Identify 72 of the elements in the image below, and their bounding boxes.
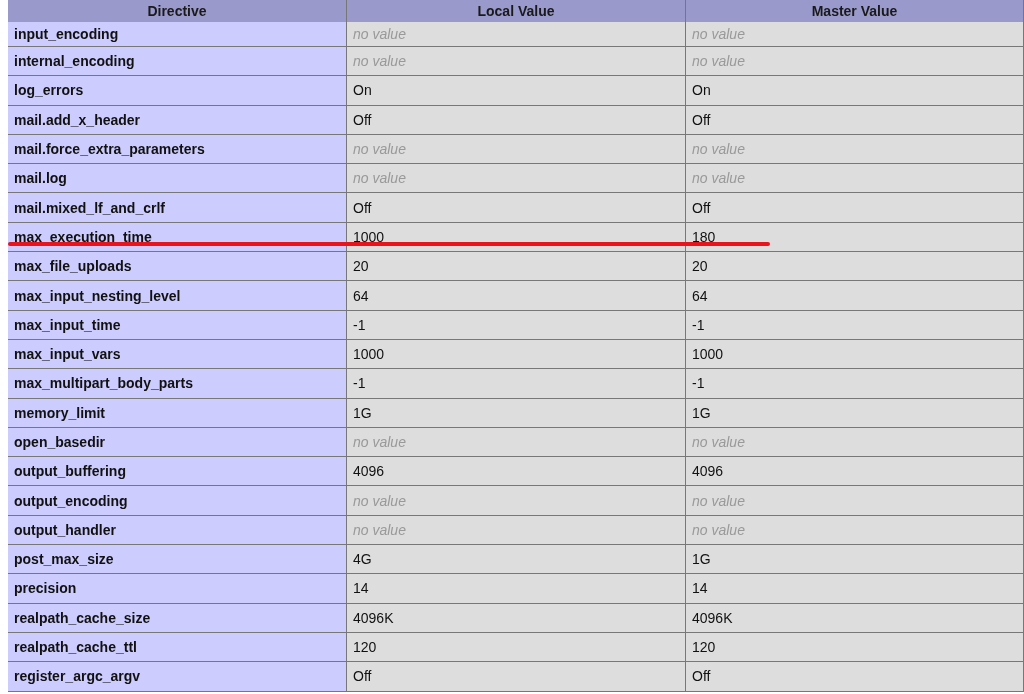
directive-name: open_basedir xyxy=(14,434,106,450)
master-value: no value xyxy=(692,141,745,158)
local-value: -1 xyxy=(353,316,366,333)
local-value: no value xyxy=(353,141,406,158)
directive-name: internal_encoding xyxy=(14,53,135,70)
local-value: 4096 xyxy=(353,463,385,480)
local-value: 20 xyxy=(353,258,369,275)
directive-name: memory_limit xyxy=(14,404,106,421)
directive-name: max_input_nesting_level xyxy=(14,287,181,304)
master-value: no value xyxy=(692,521,745,538)
local-value: 1000 xyxy=(353,228,385,245)
master-value: 180 xyxy=(692,228,716,245)
local-value: no value xyxy=(353,521,406,538)
directive-name: post_max_size xyxy=(14,551,114,568)
master-value: Off xyxy=(692,199,711,216)
local-value: 1G xyxy=(353,404,372,421)
local-value: no value xyxy=(353,492,406,509)
directive-name: log_errors xyxy=(14,82,84,99)
master-value: 20 xyxy=(692,258,708,275)
directive-name: mail.mixed_lf_and_crlf xyxy=(14,199,165,216)
directive-name: mail.force_extra_parameters xyxy=(14,141,205,158)
local-value: 1000 xyxy=(353,346,385,363)
local-value: On xyxy=(353,82,372,99)
local-value: no value xyxy=(353,53,406,70)
master-value: Off xyxy=(692,111,711,128)
column-header: Local Value xyxy=(347,0,686,22)
local-value: no value xyxy=(353,170,406,187)
master-value: 4096K xyxy=(692,609,733,626)
column-header: Directive xyxy=(8,0,347,22)
directive-name: realpath_cache_ttl xyxy=(14,639,137,656)
directive-name: register_argc_argv xyxy=(14,668,141,685)
master-value: no value xyxy=(692,170,745,187)
master-value: 1G xyxy=(692,551,711,568)
local-value: 120 xyxy=(353,639,377,656)
directive-name: output_handler xyxy=(14,521,116,538)
local-value: Off xyxy=(353,199,372,216)
local-value: Off xyxy=(353,111,372,128)
directive-name: max_multipart_body_parts xyxy=(14,375,193,392)
master-value: 4096 xyxy=(692,463,724,480)
local-value: Off xyxy=(353,668,372,685)
local-value: 4G xyxy=(353,551,372,568)
directive-name: realpath_cache_size xyxy=(14,609,151,626)
master-value: 64 xyxy=(692,287,708,304)
master-value: Off xyxy=(692,668,711,685)
local-value: 64 xyxy=(353,287,369,304)
directive-name: max_input_vars xyxy=(14,346,121,363)
directive-name: input_encoding xyxy=(14,26,119,42)
column-header: Master Value xyxy=(686,0,1024,22)
directive-name: mail.log xyxy=(14,170,67,187)
master-value: -1 xyxy=(692,375,705,392)
directive-name: max_input_time xyxy=(14,316,121,333)
local-value: 14 xyxy=(353,580,369,597)
master-value: no value xyxy=(692,492,745,509)
master-value: no value xyxy=(692,26,745,42)
local-value: no value xyxy=(353,26,406,42)
directive-name: max_file_uploads xyxy=(14,258,132,275)
local-value: -1 xyxy=(353,375,366,392)
directive-name: mail.add_x_header xyxy=(14,111,141,128)
local-value: 4096K xyxy=(353,609,394,626)
master-value: On xyxy=(692,82,711,99)
master-value: -1 xyxy=(692,316,705,333)
directive-name: precision xyxy=(14,580,77,597)
master-value: no value xyxy=(692,53,745,70)
local-value: no value xyxy=(353,434,406,450)
master-value: 14 xyxy=(692,580,708,597)
directive-name: output_buffering xyxy=(14,463,126,480)
master-value: 1G xyxy=(692,404,711,421)
master-value: 1000 xyxy=(692,346,724,363)
directive-name: output_encoding xyxy=(14,492,128,509)
master-value: 120 xyxy=(692,639,716,656)
directive-name: max_execution_time xyxy=(14,228,152,245)
master-value: no value xyxy=(692,434,745,450)
